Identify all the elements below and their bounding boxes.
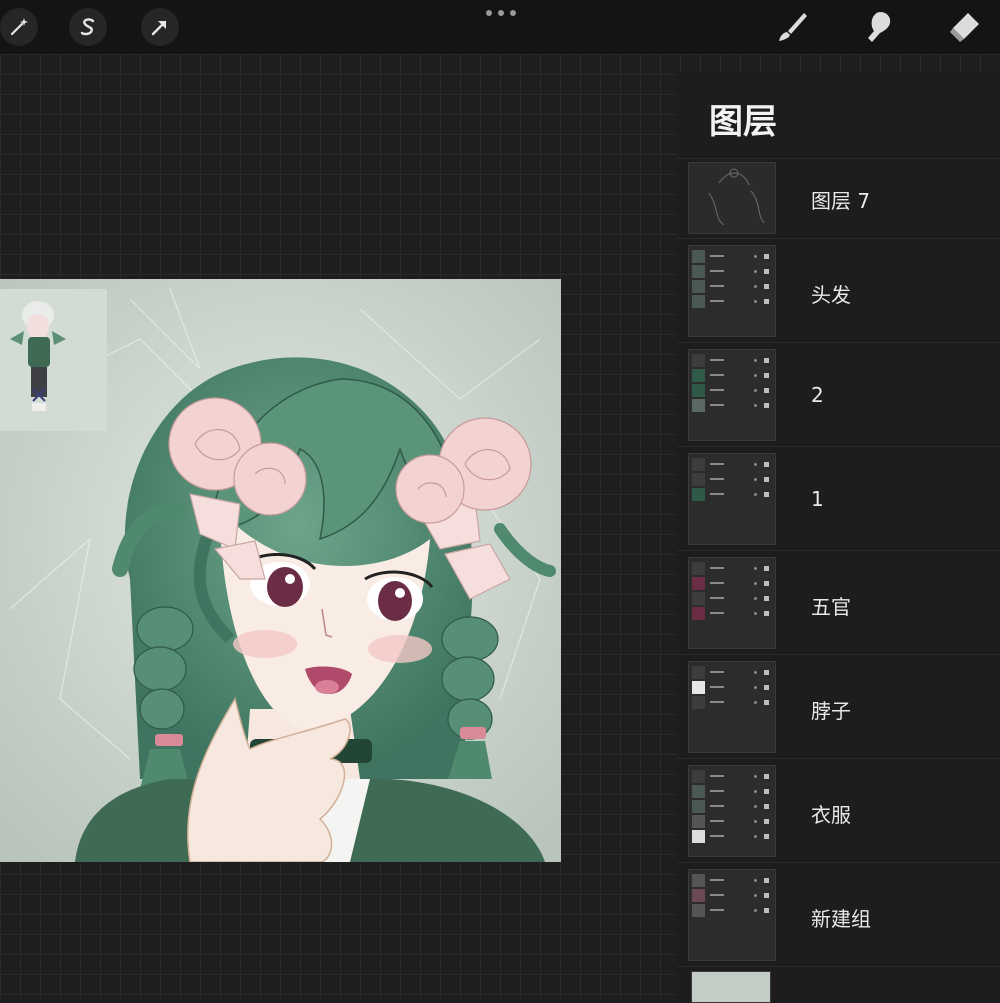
transform-arrow-icon (151, 20, 167, 36)
layer-group-row[interactable]: 2 (677, 342, 1000, 446)
layer-group-row[interactable]: 脖子 (677, 654, 1000, 758)
more-dots-icon (486, 10, 492, 16)
smudge-icon (868, 12, 891, 42)
brush-icon (779, 13, 807, 41)
layer-group-name: 头发 (811, 283, 851, 307)
smudge-button[interactable] (856, 6, 900, 48)
layer-group-name: 2 (811, 383, 824, 407)
artwork-illustration (0, 279, 561, 862)
group-thumbnail (688, 245, 776, 337)
layers-panel: 图层 图层 7 头发 2 1 五官 脖子 衣服 新建组 (677, 72, 1000, 1003)
layer-group-row[interactable]: 头发 (677, 238, 1000, 342)
group-thumbnail (688, 661, 776, 753)
group-thumbnail (688, 765, 776, 857)
more-options-button[interactable] (486, 6, 516, 20)
magic-wand-icon (10, 18, 28, 36)
layer-group-row[interactable]: 五官 (677, 550, 1000, 654)
layer-group-row[interactable]: 1 (677, 446, 1000, 550)
magic-wand-button[interactable] (0, 8, 38, 46)
eraser-icon (950, 13, 979, 42)
layer-group-name: 五官 (811, 595, 851, 619)
transform-button[interactable] (141, 8, 179, 46)
layer-name: 图层 7 (811, 189, 871, 213)
group-thumbnail (688, 453, 776, 545)
layer-group-row[interactable]: 新建组 (677, 862, 1000, 966)
layer-row[interactable] (677, 966, 1000, 1003)
top-toolbar (0, 0, 1000, 54)
selection-button[interactable] (69, 8, 107, 46)
layer-group-name: 1 (811, 487, 824, 511)
layer-row[interactable]: 图层 7 (677, 158, 1000, 237)
layer-group-row[interactable]: 衣服 (677, 758, 1000, 862)
layer-group-name: 新建组 (811, 907, 871, 931)
layer-group-name: 衣服 (811, 803, 851, 827)
layers-panel-title: 图层 (709, 102, 777, 142)
layer-thumbnail (691, 971, 771, 1003)
artwork-canvas[interactable] (0, 279, 561, 862)
layer-group-name: 脖子 (811, 699, 851, 723)
eraser-button[interactable] (942, 6, 986, 48)
brush-button[interactable] (770, 6, 814, 48)
group-thumbnail (688, 557, 776, 649)
selection-s-icon (80, 18, 95, 36)
group-thumbnail (688, 349, 776, 441)
group-thumbnail (688, 869, 776, 961)
layer-thumbnail (688, 162, 776, 234)
